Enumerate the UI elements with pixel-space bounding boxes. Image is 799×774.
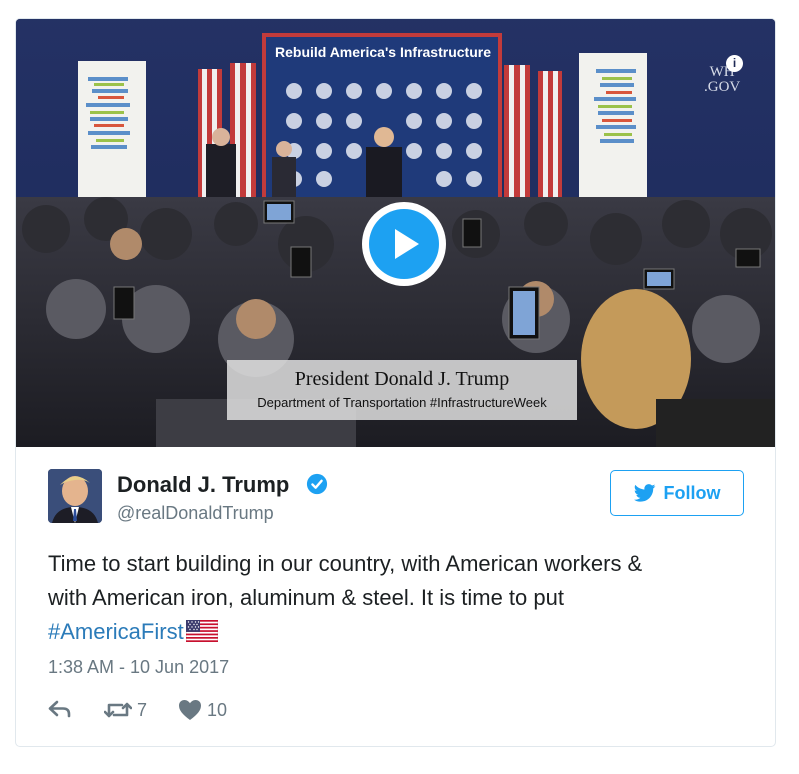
lower-third-name: President Donald J. Trump <box>294 368 510 390</box>
retweet-icon <box>104 702 132 718</box>
wh-logo-line2: .GOV <box>704 79 741 95</box>
video-thumbnail[interactable]: Rebuild America's Infrastructure WH .GOV… <box>16 19 775 447</box>
video-lower-third: President Donald J. Trump Department of … <box>227 360 577 420</box>
tweet-text: Time to start building in our country, w… <box>48 547 748 649</box>
like-count: 10 <box>207 699 228 720</box>
tweet-timestamp[interactable]: 1:38 AM - 10 Jun 2017 <box>48 657 229 678</box>
reply-icon <box>48 700 71 718</box>
heart-icon <box>179 700 201 720</box>
lower-third-subtitle: Department of Transportation #Infrastruc… <box>257 395 547 410</box>
verified-badge-icon <box>306 473 328 495</box>
author-handle[interactable]: @realDonaldTrump <box>117 503 274 524</box>
retweet-button[interactable]: 7 <box>104 699 147 721</box>
tweet-text-line2: with American iron, aluminum & steel. It… <box>48 585 564 610</box>
follow-label: Follow <box>663 482 721 503</box>
follow-button[interactable]: Follow <box>610 470 744 516</box>
tweet-card: Rebuild America's Infrastructure WH .GOV… <box>15 18 776 747</box>
like-button[interactable]: 10 <box>178 699 227 721</box>
info-icon[interactable]: i <box>726 55 743 72</box>
tweet-text-line1: Time to start building in our country, w… <box>48 551 643 576</box>
banner-title: Rebuild America's Infrastructure <box>275 44 491 60</box>
retweet-count: 7 <box>137 699 148 720</box>
author-display-name[interactable]: Donald J. Trump <box>117 472 289 498</box>
tweet-text-line3: #AmericaFirst <box>48 615 748 649</box>
reply-button[interactable] <box>48 699 72 719</box>
play-icon <box>369 209 439 279</box>
play-button[interactable] <box>362 202 446 286</box>
avatar[interactable] <box>48 469 102 523</box>
hashtag-link[interactable]: #AmericaFirst <box>48 619 184 644</box>
us-flag-icon <box>185 620 218 642</box>
twitter-bird-icon <box>633 484 655 502</box>
